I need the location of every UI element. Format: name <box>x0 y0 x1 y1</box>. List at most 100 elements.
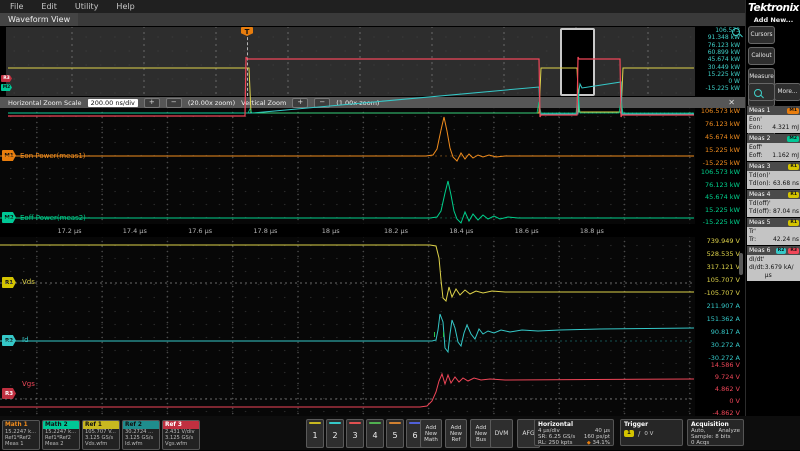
measurement-title: Meas 1 <box>749 107 785 114</box>
add-new-label: Add New... <box>746 16 800 24</box>
v-zoom-plus-button[interactable]: + <box>292 98 308 108</box>
channel-number: 1 <box>312 424 317 447</box>
measurement-source-badge: R1 <box>788 192 799 198</box>
h-zoom-plus-button[interactable]: + <box>144 98 160 108</box>
trigger-position-line <box>247 27 248 96</box>
acquisition-title: Acquisition <box>691 421 740 428</box>
measurement-name: Td(on)' <box>749 172 799 180</box>
trigger-slope-icon: / <box>638 431 641 437</box>
waveform-badge-tile[interactable]: Ref 3 2.431 V/div 3.125 GS/s Vgs.wfm <box>162 420 200 450</box>
sidebar-button[interactable]: Cursors <box>748 26 775 44</box>
waveform-badge-tile[interactable]: Ref 2 30.2724 ... 3.125 GS/s Id.wfm <box>122 420 160 450</box>
measurement-item[interactable]: Meas 6 R2 R3 dI/dt' dI/dt: 3.679 kA/µs <box>747 246 800 281</box>
scale-label: 739.949 V <box>692 235 740 247</box>
waveform-badge-tile[interactable]: Math 1 15.2247 k... Ref1*Ref2 Meas 1 <box>2 420 40 450</box>
tile-title: Ref 3 <box>163 421 199 429</box>
h-zoom-factor: (20.00x zoom) <box>188 99 235 107</box>
measurement-value: 3.679 kA/µs <box>765 264 799 280</box>
channel-button[interactable]: 3 <box>346 419 364 448</box>
slice-eon-power[interactable] <box>0 108 695 171</box>
horizontal-title: Horizontal <box>538 421 610 428</box>
menu-file[interactable]: File <box>10 2 23 11</box>
measurement-results-panel: Meas 1 M1 Eon' Eon: 4.321 mJ Meas 2 M2 <box>747 106 800 282</box>
v-zoom-minus-button[interactable]: − <box>314 98 330 108</box>
measurement-label: Eoff: <box>749 152 763 160</box>
measurement-title: Meas 5 <box>749 219 786 226</box>
slice-id[interactable] <box>0 303 695 365</box>
measurement-name: Eoff' <box>749 144 799 152</box>
zoom-selection-box[interactable] <box>560 28 595 96</box>
channel-button[interactable]: 5 <box>386 419 404 448</box>
trigger-source-chip: 1 <box>624 430 634 437</box>
overview-scale-label: 0 W <box>728 78 740 85</box>
tab-waveform-view[interactable]: Waveform View <box>0 13 78 26</box>
add-new-buttons: Add New MathAdd New RefAdd New Bus <box>420 419 492 448</box>
measurement-label: Td(on): <box>749 180 771 188</box>
trigger-title: Trigger <box>624 421 679 428</box>
channel-button[interactable]: 2 <box>326 419 344 448</box>
measurement-name: Td(off)' <box>749 200 799 208</box>
overview-badge-r3[interactable]: R3 <box>1 75 12 82</box>
channel-button[interactable]: 4 <box>366 419 384 448</box>
measurement-item[interactable]: Meas 3 R1 Td(on)' Td(on): 63.68 ns <box>747 162 800 189</box>
scale-label: 106.573 kW <box>692 166 740 178</box>
main-x-tick-label: 18.2 µs <box>384 227 408 235</box>
bottom-bar: Math 1 15.2247 k... Ref1*Ref2 Meas 1 Mat… <box>0 416 800 450</box>
measurement-title: Meas 2 <box>749 135 785 142</box>
horizontal-zoom-scale-input[interactable]: 200.00 ns/div <box>88 99 138 107</box>
slice-eoff-power[interactable] <box>0 170 695 225</box>
measurement-item[interactable]: Meas 1 M1 Eon' Eon: 4.321 mJ <box>747 106 800 133</box>
more-button[interactable]: More... <box>774 83 800 101</box>
scale-label: 90.817 A <box>692 326 740 338</box>
sidebar-button[interactable]: Callout <box>748 47 775 65</box>
menu-utility[interactable]: Utility <box>75 2 99 11</box>
zoom-mode-button[interactable] <box>748 83 775 101</box>
tab-bar: Waveform View <box>0 13 745 27</box>
measurement-title: Meas 3 <box>749 163 786 170</box>
menu-help[interactable]: Help <box>116 2 134 11</box>
overview-badge-m2[interactable]: M2 <box>1 84 12 91</box>
tile-title: Math 2 <box>43 421 79 429</box>
scale-label: 30.272 A <box>692 339 740 351</box>
measurement-item[interactable]: Meas 4 R1 Td(off)' Td(off): 87.04 ns <box>747 190 800 217</box>
function-buttons: DVMAFG <box>490 419 540 448</box>
horizontal-panel[interactable]: Horizontal 4 µs/div40 µs SR: 6.25 GS/s16… <box>534 419 614 446</box>
tile-title: Ref 2 <box>123 421 159 429</box>
scale-label: 105.707 V <box>692 274 740 286</box>
function-button[interactable]: DVM <box>490 419 513 448</box>
expansion-point-icon: ◆ <box>587 440 591 446</box>
add-new-button[interactable]: Add New Math <box>420 419 442 448</box>
main-x-tick-label: 18.4 µs <box>449 227 473 235</box>
measurement-item[interactable]: Meas 2 M2 Eoff' Eoff: 1.162 mJ <box>747 134 800 161</box>
slice-vds[interactable] <box>0 237 695 304</box>
measurement-item[interactable]: Meas 5 R1 Tr' Tr: 42.24 ns <box>747 218 800 245</box>
main-x-tick-label: 18.8 µs <box>580 227 604 235</box>
measurement-source-badge: R2 <box>776 248 787 254</box>
acquisition-panel[interactable]: Acquisition Auto,Analyze Sample: 8 bits … <box>687 419 744 446</box>
trace-label-vds: Vds <box>22 278 35 286</box>
vertical-zoom-label: Vertical Zoom <box>241 99 286 107</box>
waveform-badge-tile[interactable]: Math 2 15.2247 k... Ref1*Ref2 Meas 2 <box>42 420 80 450</box>
scale-label: -15.225 kW <box>692 216 740 228</box>
slice-scales: 106.573 kW76.123 kW45.674 kW15.225 kW-15… <box>695 108 743 416</box>
menu-edit[interactable]: Edit <box>41 2 57 11</box>
measurement-name: Tr' <box>749 228 799 236</box>
add-new-button[interactable]: Add New Ref <box>445 419 467 448</box>
slice-vgs[interactable] <box>0 364 695 416</box>
zoom-indicator-icon[interactable] <box>732 28 742 38</box>
measurement-label: Td(off): <box>749 208 771 216</box>
scale-label: -105.707 V <box>692 287 740 299</box>
tile-row: Vds.wfm <box>83 441 119 447</box>
h-zoom-minus-button[interactable]: − <box>166 98 182 108</box>
zoom-scale-bar: Horizontal Zoom Scale 200.00 ns/div + − … <box>0 97 753 108</box>
tile-title: Math 1 <box>3 421 39 429</box>
scrollbar-handle[interactable] <box>739 253 743 275</box>
channel-button[interactable]: 1 <box>306 419 324 448</box>
add-new-button[interactable]: Add New Bus <box>470 419 492 448</box>
waveform-badge-tile[interactable]: Ref 1 105.707 V... 3.125 GS/s Vds.wfm <box>82 420 120 450</box>
scale-label: 15.225 kW <box>692 204 740 216</box>
main-x-tick-label: 17.8 µs <box>253 227 277 235</box>
trigger-panel[interactable]: Trigger 1 / 0 V <box>620 419 683 446</box>
tile-row: Meas 1 <box>3 441 39 447</box>
measurement-label: dI/dt: <box>749 264 765 280</box>
